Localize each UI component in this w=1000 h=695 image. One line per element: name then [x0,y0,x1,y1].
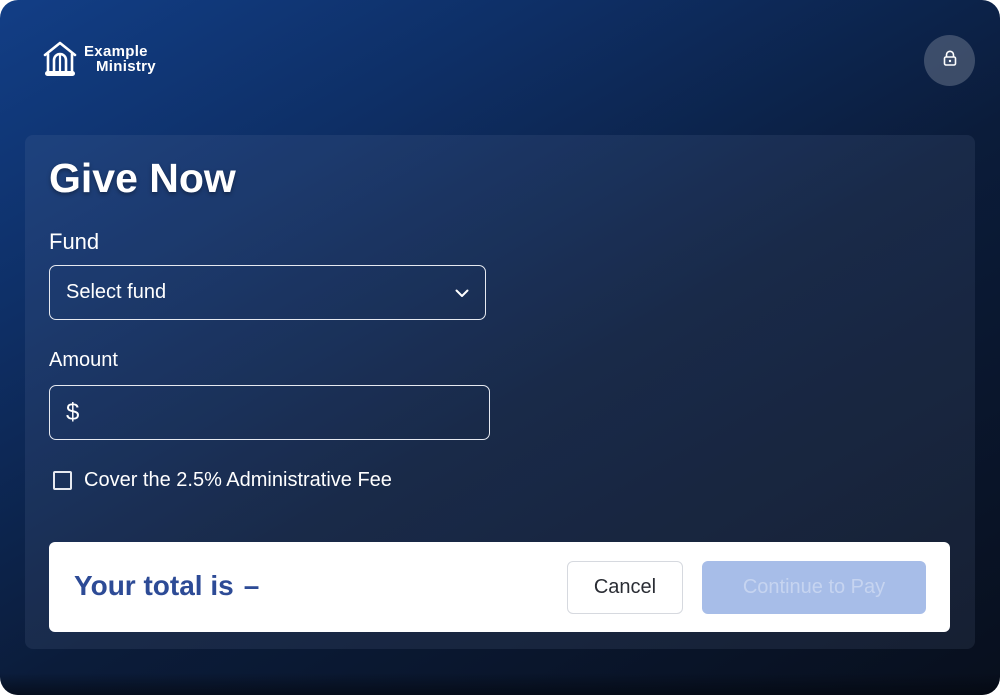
admin-fee-label[interactable]: Cover the 2.5% Administrative Fee [84,469,392,492]
fund-label: Fund [49,229,100,254]
chevron-down-icon [455,281,469,304]
give-form-card: Give Now Fund Select fund Amount $ Cover… [25,135,975,649]
amount-input[interactable]: $ [49,385,490,440]
brand-name-line1: Example [84,43,148,60]
fund-select-value: Select fund [66,281,167,303]
fund-select[interactable]: Select fund [49,265,486,320]
admin-fee-option[interactable]: Cover the 2.5% Administrative Fee [53,469,392,492]
giving-window: Example Ministry Give Now Fund Select fu… [0,0,1000,695]
total-label: Your total is [74,570,234,601]
church-building-icon [42,40,78,78]
brand-logo[interactable]: Example Ministry [42,40,156,78]
lock-icon [943,50,957,71]
brand-name: Example Ministry [84,44,156,74]
amount-label: Amount [49,349,118,371]
cancel-button[interactable]: Cancel [567,561,683,614]
total-value: – [243,570,260,601]
checkout-footer: Your total is – Cancel Continue to Pay [49,542,950,632]
continue-to-pay-button[interactable]: Continue to Pay [702,561,926,614]
currency-symbol: $ [66,398,80,426]
brand-name-line2: Ministry [96,58,156,75]
page-title: Give Now [49,155,236,201]
admin-fee-checkbox[interactable] [53,471,72,490]
secure-lock-button[interactable] [924,35,975,86]
total-display: Your total is – [74,570,259,602]
